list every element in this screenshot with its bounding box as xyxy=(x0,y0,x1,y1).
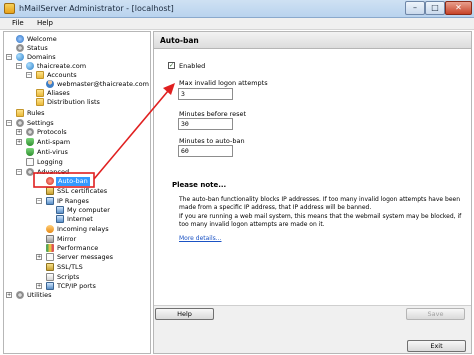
more-details-link[interactable]: More details... xyxy=(179,235,222,242)
expand-toggle-icon[interactable]: + xyxy=(36,283,42,289)
tree-label: thaicreate.com xyxy=(37,62,87,70)
enabled-checkbox[interactable]: ✓ xyxy=(168,62,175,69)
menu-bar: File Help xyxy=(0,18,474,30)
ip-ranges-icon xyxy=(46,197,54,205)
tree-label: Accounts xyxy=(47,71,77,79)
minimize-button[interactable]: – xyxy=(405,1,425,15)
settings-icon xyxy=(16,119,24,127)
note-paragraph-2: If you are running a web mail system, th… xyxy=(179,213,462,228)
tree-label: Anti-virus xyxy=(37,148,68,156)
tree-label: Scripts xyxy=(57,273,80,281)
tree-label: IP Ranges xyxy=(57,197,89,205)
tree-label: TCP/IP ports xyxy=(57,282,96,290)
navigation-tree[interactable]: Welcome Status − Domains − thaicreate.co… xyxy=(3,31,151,354)
ports-icon xyxy=(46,282,54,290)
window-title: hMailServer Administrator - [localhost] xyxy=(19,4,174,13)
advanced-icon xyxy=(26,168,34,176)
tree-label: Advanced xyxy=(37,168,70,176)
script-icon xyxy=(46,273,54,281)
minutes-reset-input[interactable]: 30 xyxy=(178,118,233,130)
tree-label-selected: Auto-ban xyxy=(56,177,90,186)
tree-label: Welcome xyxy=(27,35,57,43)
collapse-toggle-icon[interactable]: − xyxy=(26,72,32,78)
enabled-label: Enabled xyxy=(179,62,206,70)
expand-toggle-icon[interactable]: + xyxy=(6,292,12,298)
computer-icon xyxy=(56,215,64,223)
folder-icon xyxy=(36,98,44,106)
tree-label: SSL/TLS xyxy=(57,263,83,271)
menu-file[interactable]: File xyxy=(12,19,24,27)
utilities-icon xyxy=(16,291,24,299)
minutes-ban-label: Minutes to auto-ban xyxy=(179,137,245,145)
anti-spam-icon xyxy=(26,138,34,146)
tree-label: Protocols xyxy=(37,128,67,136)
collapse-toggle-icon[interactable]: − xyxy=(36,198,42,204)
tree-label: Logging xyxy=(37,158,63,166)
folder-icon xyxy=(36,71,44,79)
expand-toggle-icon[interactable]: + xyxy=(16,139,22,145)
save-button[interactable]: Save xyxy=(406,308,465,320)
certificate-icon xyxy=(46,187,54,195)
tree-label: Aliases xyxy=(47,89,70,97)
note-paragraph-1: The auto-ban functionality blocks IP add… xyxy=(179,196,461,211)
tree-label: Internet xyxy=(67,215,93,223)
help-button[interactable]: Help xyxy=(155,308,214,320)
tree-label: Rules xyxy=(27,109,45,117)
relay-icon xyxy=(46,225,54,233)
panel-title: Auto-ban xyxy=(160,36,199,45)
status-icon xyxy=(16,44,24,52)
maximize-button[interactable]: □ xyxy=(425,1,445,15)
collapse-toggle-icon[interactable]: − xyxy=(6,54,12,60)
max-attempts-input[interactable]: 3 xyxy=(178,88,233,100)
expand-toggle-icon[interactable]: + xyxy=(36,254,42,260)
minutes-reset-label: Minutes before reset xyxy=(179,110,247,118)
computer-icon xyxy=(56,206,64,214)
mirror-icon xyxy=(46,235,54,243)
panel-footer: Help Save Exit xyxy=(154,305,471,353)
globe-icon xyxy=(16,53,24,61)
collapse-toggle-icon[interactable]: − xyxy=(16,63,22,69)
tree-label: Server messages xyxy=(57,253,113,261)
performance-icon xyxy=(46,244,54,252)
tree-label: My computer xyxy=(67,206,110,214)
title-bar: hMailServer Administrator - [localhost] … xyxy=(0,0,474,18)
app-icon xyxy=(4,3,15,14)
tree-label: Incoming relays xyxy=(57,225,109,233)
tree-label: Performance xyxy=(57,244,99,252)
expand-toggle-icon[interactable]: + xyxy=(16,129,22,135)
panel-header: Auto-ban xyxy=(154,32,471,49)
welcome-icon xyxy=(16,35,24,43)
minutes-ban-input[interactable]: 60 xyxy=(178,145,233,157)
folder-icon xyxy=(36,89,44,97)
logging-icon xyxy=(26,158,34,166)
collapse-toggle-icon[interactable]: − xyxy=(16,169,22,175)
tree-label: Distribution lists xyxy=(47,98,100,106)
menu-help[interactable]: Help xyxy=(37,19,53,27)
protocols-icon xyxy=(26,128,34,136)
note-title: Please note... xyxy=(172,181,227,189)
close-button[interactable]: ✕ xyxy=(445,1,472,15)
tree-label: webmaster@thaicreate.com xyxy=(57,80,149,88)
tree-label: Settings xyxy=(27,119,54,127)
tree-label: Utilities xyxy=(27,291,52,299)
max-attempts-label: Max invalid logon attempts xyxy=(179,79,268,87)
messages-icon xyxy=(46,253,54,261)
anti-virus-icon xyxy=(26,148,34,156)
tree-label: Anti-spam xyxy=(37,138,71,146)
tree-label: Status xyxy=(27,44,48,52)
exit-button[interactable]: Exit xyxy=(407,340,466,352)
auto-ban-panel: Auto-ban ✓ Enabled Max invalid logon att… xyxy=(153,31,472,354)
domain-icon xyxy=(26,62,34,70)
tree-label: Mirror xyxy=(57,235,77,243)
lock-icon xyxy=(46,263,54,271)
collapse-toggle-icon[interactable]: − xyxy=(6,120,12,126)
tree-label: SSL certificates xyxy=(57,187,108,195)
user-icon xyxy=(46,80,54,88)
tree-label: Domains xyxy=(27,53,56,61)
auto-ban-icon xyxy=(46,177,54,185)
folder-icon xyxy=(16,109,24,117)
